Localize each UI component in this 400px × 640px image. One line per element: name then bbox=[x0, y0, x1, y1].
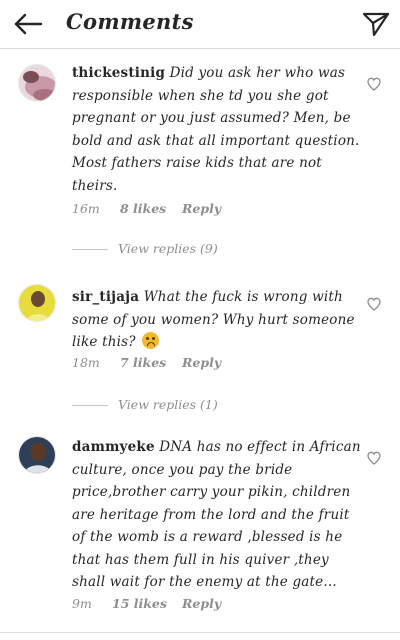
replies-divider-line bbox=[72, 405, 108, 406]
comment-text: Did you ask her who was responsible when… bbox=[72, 65, 360, 194]
comment-time: 16m bbox=[72, 201, 100, 216]
page-title: Comments bbox=[66, 9, 194, 34]
replies-divider-line bbox=[72, 249, 108, 250]
arrow-left-icon bbox=[14, 13, 43, 35]
send-button[interactable] bbox=[360, 8, 392, 40]
comment-username[interactable]: dammyeke bbox=[72, 439, 155, 455]
avatar-image bbox=[19, 65, 55, 101]
heart-icon bbox=[367, 77, 381, 91]
avatar-image bbox=[19, 285, 55, 321]
reply-button[interactable]: Reply bbox=[182, 201, 221, 216]
comment-text-block: dammyeke DNA has no effect in African cu… bbox=[72, 436, 364, 594]
heart-icon bbox=[367, 297, 381, 311]
view-replies-label: View replies (1) bbox=[118, 397, 218, 412]
avatar[interactable] bbox=[18, 436, 56, 474]
comment-time: 18m bbox=[72, 355, 100, 370]
header: Comments bbox=[0, 0, 400, 49]
like-button[interactable] bbox=[366, 450, 382, 466]
comment-likes[interactable]: 15 likes bbox=[112, 596, 167, 611]
comment-text-block: thickestinig Did you ask her who was res… bbox=[72, 62, 364, 197]
back-button[interactable] bbox=[12, 8, 44, 40]
bottom-divider bbox=[0, 632, 400, 633]
reply-button[interactable]: Reply bbox=[182, 596, 221, 611]
avatar[interactable] bbox=[18, 284, 56, 322]
paper-plane-icon bbox=[362, 12, 390, 37]
comment-likes[interactable]: 7 likes bbox=[120, 355, 166, 370]
comment-text: DNA has no effect in African culture, on… bbox=[72, 439, 361, 590]
sad-face-emoji bbox=[142, 332, 160, 349]
heart-icon bbox=[367, 451, 381, 465]
reply-button[interactable]: Reply bbox=[182, 355, 221, 370]
like-button[interactable] bbox=[366, 296, 382, 312]
comment-time: 9m bbox=[72, 596, 92, 611]
like-button[interactable] bbox=[366, 76, 382, 92]
comment-username[interactable]: thickestinig bbox=[72, 65, 165, 81]
avatar[interactable] bbox=[18, 64, 56, 102]
avatar-image bbox=[19, 437, 55, 473]
comment-likes[interactable]: 8 likes bbox=[120, 201, 166, 216]
view-replies-label: View replies (9) bbox=[118, 241, 218, 256]
comment-username[interactable]: sir_tijaja bbox=[72, 289, 139, 305]
comment-text-block: sir_tijaja What the fuck is wrong with s… bbox=[72, 286, 364, 354]
